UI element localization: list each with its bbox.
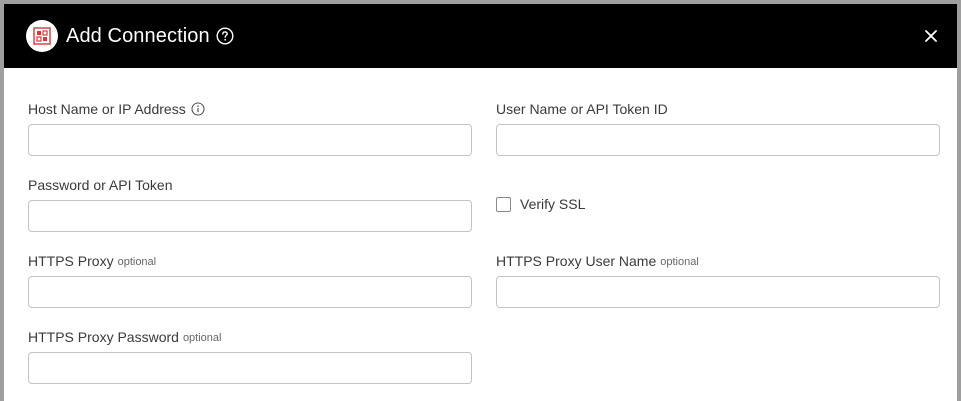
user-input[interactable]: [496, 124, 940, 156]
optional-tag: optional: [660, 256, 699, 268]
add-connection-dialog: Add Connection Host Name or IP Address U…: [4, 4, 957, 401]
proxy-password-label: HTTPS Proxy Password optional: [28, 328, 221, 346]
proxy-label: HTTPS Proxy optional: [28, 252, 156, 270]
dialog-title: Add Connection: [66, 25, 210, 47]
proxy-user-input[interactable]: [496, 276, 940, 308]
password-label: Password or API Token: [28, 176, 172, 194]
optional-tag: optional: [117, 256, 157, 268]
dialog-header: Add Connection: [4, 4, 957, 68]
proxy-password-label-text: HTTPS Proxy Password: [28, 329, 179, 345]
optional-tag: optional: [182, 332, 222, 344]
proxy-password-input[interactable]: [28, 352, 472, 384]
verify-ssl-label: Verify SSL: [520, 196, 586, 212]
verify-ssl-option[interactable]: Verify SSL: [496, 195, 585, 213]
user-label: User Name or API Token ID: [496, 100, 668, 118]
host-label: Host Name or IP Address: [28, 100, 205, 118]
password-label-text: Password or API Token: [28, 177, 173, 193]
user-label-text: User Name or API Token ID: [496, 101, 668, 117]
close-icon[interactable]: [923, 28, 939, 44]
proxy-input[interactable]: [28, 276, 472, 308]
proxy-user-label-text: HTTPS Proxy User Name: [496, 253, 657, 269]
info-icon[interactable]: [191, 102, 205, 116]
host-label-text: Host Name or IP Address: [28, 101, 186, 117]
proxy-label-text: HTTPS Proxy: [28, 253, 114, 269]
verify-ssl-checkbox[interactable]: [496, 196, 511, 212]
help-circle-icon[interactable]: [216, 27, 234, 45]
host-input[interactable]: [28, 124, 472, 156]
integration-logo-icon: [26, 20, 58, 52]
password-input[interactable]: [28, 200, 472, 232]
proxy-user-label: HTTPS Proxy User Name optional: [496, 252, 699, 270]
